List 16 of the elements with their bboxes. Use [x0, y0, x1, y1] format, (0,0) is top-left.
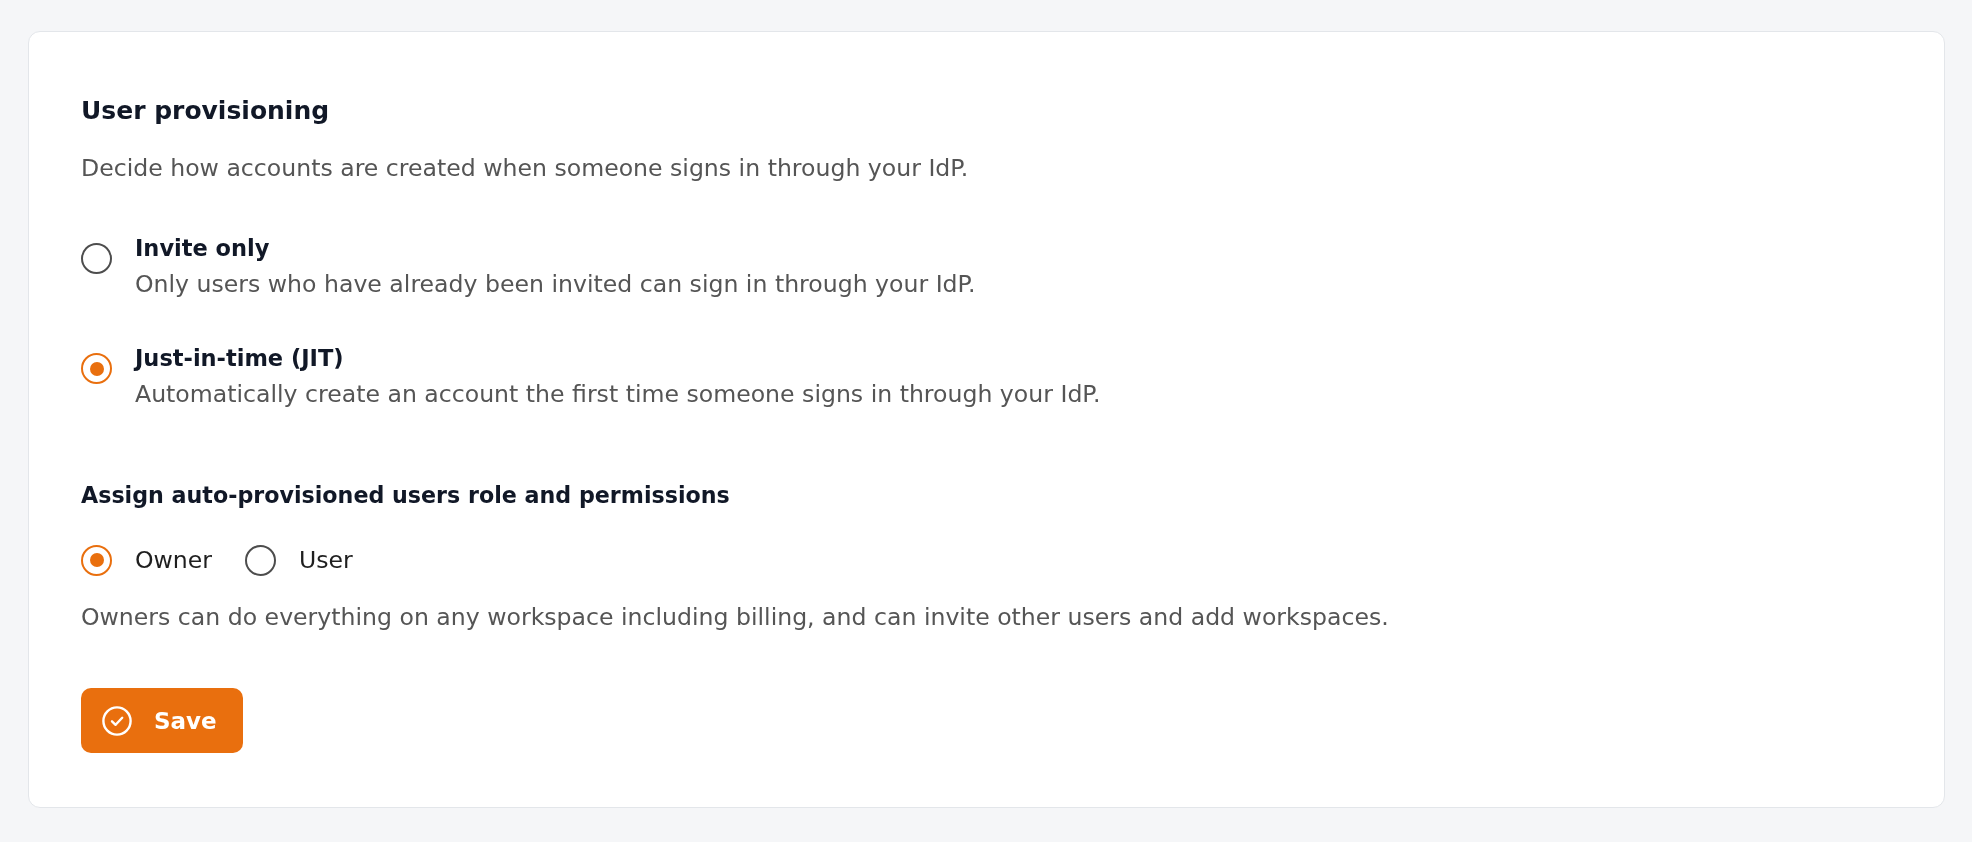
option-label: Just-in-time (JIT) [135, 344, 344, 373]
role-label: User [299, 545, 353, 576]
role-description: Owners can do everything on any workspace including billing, and can invite other users and add workspaces. [81, 602, 1389, 632]
radio-button[interactable] [245, 544, 277, 576]
section-title: User provisioning [81, 95, 330, 127]
radio-button[interactable] [81, 243, 112, 274]
role-heading: Assign auto-provisioned users role and permissions [81, 481, 730, 510]
option-description: Only users who have already been invited can sign in through your IdP. [135, 269, 976, 299]
radio-button[interactable] [81, 353, 112, 384]
section-description: Decide how accounts are created when someone signs in through your IdP. [81, 153, 969, 183]
radio-button[interactable] [81, 544, 112, 576]
check-circle-icon [102, 705, 132, 736]
option-description: Automatically create an account the first time someone signs in through your IdP. [135, 379, 1101, 409]
save-button[interactable]: Save [81, 688, 243, 753]
role-label: Owner [135, 545, 213, 576]
option-label: Invite only [135, 234, 270, 263]
